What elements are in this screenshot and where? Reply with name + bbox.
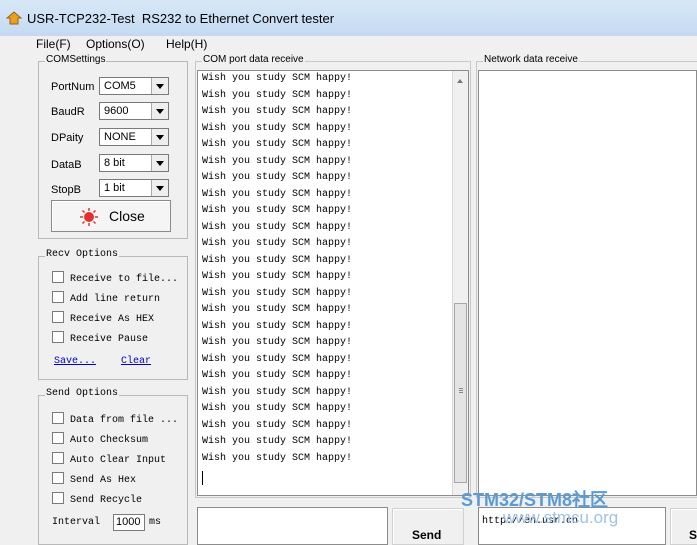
- recv-options-group: Recv Options Receive to file... Add line…: [38, 249, 188, 380]
- portnum-label: PortNum: [51, 81, 95, 93]
- baudrate-label: BaudR: [51, 106, 85, 118]
- com-receive-legend: COM port data receive: [202, 54, 305, 65]
- window-title: USR-TCP232-Test RS232 to Ethernet Conver…: [27, 11, 335, 26]
- add-line-return-label: Add line return: [70, 294, 161, 305]
- stopbits-value: 1 bit: [104, 182, 125, 194]
- interval-input[interactable]: 1000: [113, 514, 145, 531]
- save-link[interactable]: Save...: [54, 356, 96, 367]
- network-send-button-label: S: [689, 528, 697, 542]
- client-area: COMSettings PortNum COM5 BaudR 9600 DPai…: [0, 52, 697, 545]
- com-send-button-label: Send: [412, 528, 442, 542]
- databits-label: DataB: [51, 159, 82, 171]
- com-receive-line: Wish you study SCM happy!: [202, 304, 353, 315]
- com-receive-line: Wish you study SCM happy!: [202, 452, 353, 464]
- recv-options-legend: Recv Options: [45, 249, 120, 260]
- interval-label: Interval: [52, 517, 101, 528]
- chevron-down-icon[interactable]: [151, 129, 168, 145]
- com-receive-line: Wish you study SCM happy!: [202, 139, 353, 150]
- com-receive-line: Wish you study SCM happy!: [202, 73, 353, 84]
- add-line-return-checkbox[interactable]: Add line return: [52, 291, 160, 305]
- com-receive-line: Wish you study SCM happy!: [202, 205, 353, 216]
- com-receive-line: Wish you study SCM happy!: [202, 419, 353, 431]
- send-recycle-label: Send Recycle: [70, 495, 143, 506]
- databits-value: 8 bit: [104, 157, 125, 169]
- menu-help[interactable]: Help(H): [166, 37, 207, 51]
- com-receive-line: Wish you study SCM happy!: [202, 122, 353, 134]
- data-from-file-label: Data from file ...: [70, 415, 179, 426]
- send-options-group: Send Options Data from file ... Auto Che…: [38, 388, 188, 545]
- parity-value: NONE: [104, 131, 136, 143]
- chevron-down-icon[interactable]: [151, 180, 168, 196]
- com-receive-line: Wish you study SCM happy!: [202, 403, 353, 414]
- title-bar: USR-TCP232-Test RS232 to Ethernet Conver…: [0, 0, 697, 36]
- portnum-value: COM5: [104, 80, 136, 92]
- network-receive-textarea[interactable]: [478, 70, 697, 496]
- auto-checksum-checkbox[interactable]: Auto Checksum: [52, 432, 148, 446]
- close-button[interactable]: Close: [51, 200, 171, 232]
- com-receive-line: Wish you study SCM happy!: [202, 370, 353, 381]
- network-receive-legend: Network data receive: [483, 54, 579, 65]
- data-from-file-checkbox[interactable]: Data from file ...: [52, 412, 178, 426]
- baudrate-select[interactable]: 9600: [99, 102, 169, 120]
- com-send-input[interactable]: [197, 507, 388, 545]
- menu-options[interactable]: Options(O): [86, 37, 145, 51]
- com-receive-line: Wish you study SCM happy!: [202, 320, 353, 332]
- baudrate-value: 9600: [104, 105, 129, 117]
- send-as-hex-checkbox[interactable]: Send As Hex: [52, 472, 136, 486]
- com-receive-line: Wish you study SCM happy!: [202, 155, 353, 167]
- com-send-button[interactable]: Send: [392, 508, 464, 545]
- com-receive-line: Wish you study SCM happy!: [202, 172, 353, 183]
- com-receive-line: Wish you study SCM happy!: [202, 337, 353, 348]
- scroll-up-icon[interactable]: [457, 79, 463, 83]
- com-settings-legend: COMSettings: [45, 54, 107, 65]
- stopbits-label: StopB: [51, 184, 81, 196]
- com-receive-line: Wish you study SCM happy!: [202, 221, 353, 233]
- com-receive-scrollbar[interactable]: [452, 71, 468, 495]
- com-receive-line: Wish you study SCM happy!: [202, 238, 353, 249]
- text-cursor: [202, 471, 203, 485]
- com-receive-line: Wish you study SCM happy!: [202, 386, 353, 398]
- scrollbar-thumb[interactable]: [454, 303, 467, 483]
- com-receive-line: Wish you study SCM happy!: [202, 353, 353, 365]
- receive-as-hex-label: Receive As HEX: [70, 314, 155, 325]
- receive-pause-checkbox[interactable]: Receive Pause: [52, 331, 148, 345]
- com-receive-line: Wish you study SCM happy!: [202, 271, 353, 282]
- menu-bar: File(F) Options(O) Help(H): [0, 36, 697, 52]
- send-as-hex-label: Send As Hex: [70, 475, 137, 486]
- com-receive-line: Wish you study SCM happy!: [202, 287, 353, 299]
- stop-indicator-icon: [80, 208, 98, 226]
- com-receive-line: Wish you study SCM happy!: [202, 106, 353, 117]
- interval-unit: ms: [149, 517, 162, 528]
- parity-label: DPaity: [51, 132, 84, 144]
- chevron-down-icon[interactable]: [151, 78, 168, 94]
- send-recycle-checkbox[interactable]: Send Recycle: [52, 492, 142, 506]
- receive-pause-label: Receive Pause: [70, 334, 149, 345]
- com-receive-line: Wish you study SCM happy!: [202, 254, 353, 266]
- receive-to-file-checkbox[interactable]: Receive to file...: [52, 271, 178, 285]
- menu-file[interactable]: File(F): [36, 37, 71, 51]
- app-icon: [6, 11, 22, 25]
- chevron-down-icon[interactable]: [151, 103, 168, 119]
- com-receive-line: Wish you study SCM happy!: [202, 89, 353, 101]
- send-options-legend: Send Options: [45, 388, 120, 399]
- network-send-button[interactable]: S: [670, 508, 697, 545]
- watermark-line2: www.stmcu.org: [503, 508, 619, 527]
- receive-as-hex-checkbox[interactable]: Receive As HEX: [52, 311, 154, 325]
- auto-checksum-label: Auto Checksum: [70, 435, 149, 446]
- auto-clear-input-checkbox[interactable]: Auto Clear Input: [52, 452, 166, 466]
- close-button-label: Close: [109, 208, 145, 224]
- com-receive-lines: Wish you study SCM happy! Wish you study …: [198, 71, 468, 467]
- parity-select[interactable]: NONE: [99, 128, 169, 146]
- clear-link[interactable]: Clear: [121, 356, 151, 367]
- com-receive-textarea[interactable]: Wish you study SCM happy! Wish you study …: [197, 70, 469, 496]
- com-receive-line: Wish you study SCM happy!: [202, 436, 353, 447]
- portnum-select[interactable]: COM5: [99, 77, 169, 95]
- chevron-down-icon[interactable]: [151, 155, 168, 171]
- receive-to-file-label: Receive to file...: [70, 274, 179, 285]
- com-receive-line: Wish you study SCM happy!: [202, 188, 353, 200]
- databits-select[interactable]: 8 bit: [99, 154, 169, 172]
- stopbits-select[interactable]: 1 bit: [99, 179, 169, 197]
- auto-clear-input-label: Auto Clear Input: [70, 455, 167, 466]
